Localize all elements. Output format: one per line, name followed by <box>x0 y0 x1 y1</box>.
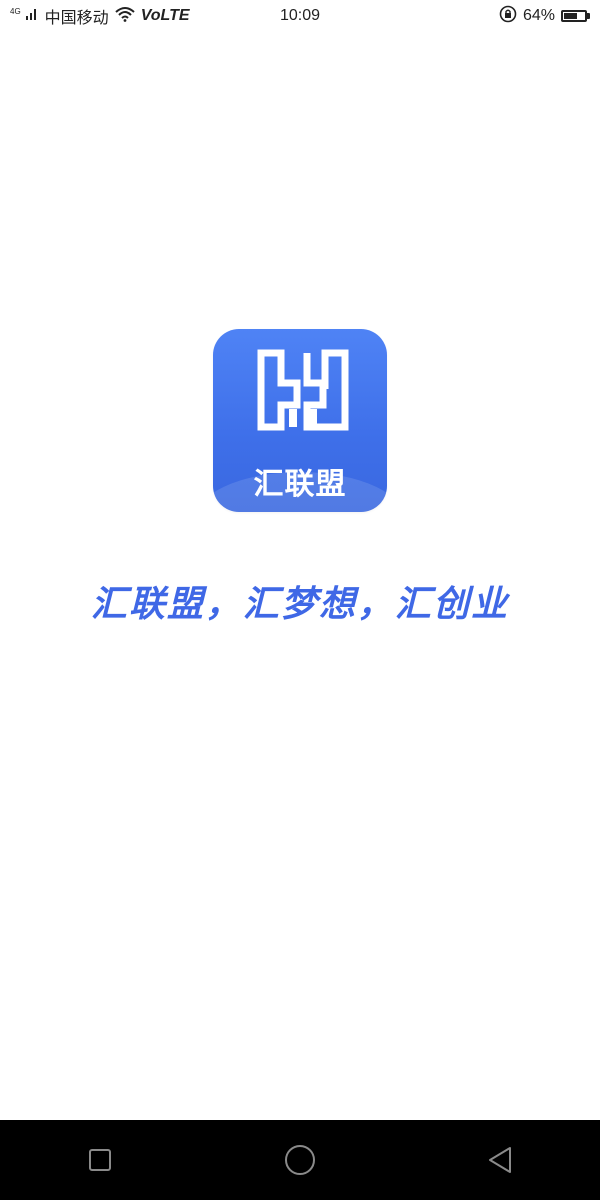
status-left: 4G 中国移动 VoLTE <box>10 4 190 28</box>
app-logo-icon: 汇联盟 <box>213 329 387 512</box>
battery-fill <box>564 13 577 19</box>
back-button[interactable] <box>470 1130 530 1190</box>
circle-icon <box>285 1145 315 1175</box>
status-right: 64% <box>499 5 590 28</box>
recent-apps-button[interactable] <box>70 1130 130 1190</box>
volte-indicator: VoLTE <box>140 7 190 24</box>
battery-icon <box>561 10 590 22</box>
home-button[interactable] <box>270 1130 330 1190</box>
status-bar: 4G 中国移动 VoLTE 10:09 64% <box>0 0 600 32</box>
back-triangle-icon <box>489 1147 511 1173</box>
battery-percent: 64% <box>522 7 555 24</box>
square-icon <box>89 1149 111 1171</box>
signal-icon <box>25 7 39 26</box>
slogan-text: 汇联盟，汇梦想，汇创业 <box>90 583 509 625</box>
network-type-badge: 4G <box>10 7 21 16</box>
navigation-bar <box>0 1120 600 1200</box>
icon-logo-text: 汇联盟 <box>253 467 347 502</box>
wifi-icon <box>115 6 135 27</box>
rotation-lock-icon <box>499 5 517 28</box>
hm-logo-mark-icon <box>257 349 349 431</box>
carrier-name: 中国移动 <box>44 10 109 27</box>
